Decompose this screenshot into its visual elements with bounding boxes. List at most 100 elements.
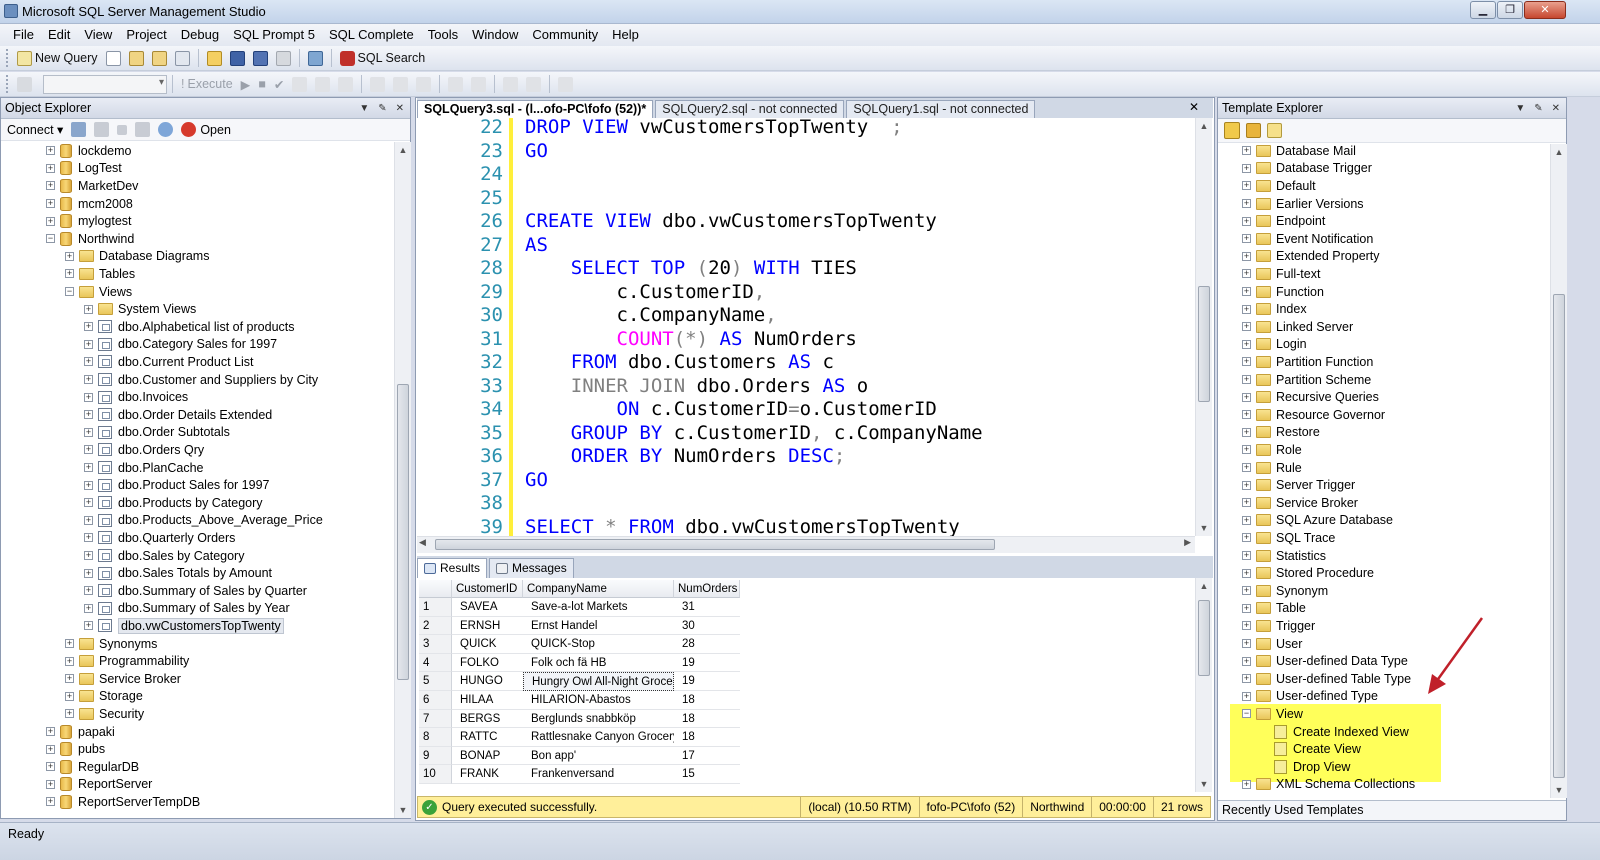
collapse-icon[interactable]: −: [1242, 709, 1251, 719]
tree-node-security[interactable]: + Security: [65, 705, 144, 723]
scroll-left-icon[interactable]: ◀: [419, 537, 426, 548]
tree-node-mylogtest[interactable]: + mylogtest: [46, 212, 132, 230]
tree-node-mcm2008[interactable]: + mcm2008: [46, 195, 133, 213]
menu-tools[interactable]: Tools: [421, 25, 465, 45]
tree-node-dbo-category-sales-for-1997[interactable]: + dbo.Category Sales for 1997: [84, 336, 277, 354]
results-scrollbar[interactable]: ▲ ▼: [1195, 578, 1212, 792]
disconnect-icon[interactable]: [94, 122, 110, 137]
tree-node-partition-function[interactable]: + Partition Function: [1242, 353, 1373, 371]
scroll-down-icon[interactable]: ▼: [1551, 782, 1567, 798]
tree-node-lockdemo[interactable]: + lockdemo: [46, 142, 132, 160]
tree-node-resource-governor[interactable]: + Resource Governor: [1242, 406, 1385, 424]
scroll-thumb[interactable]: [1198, 286, 1210, 402]
grid-cell[interactable]: 15: [674, 765, 740, 784]
tree-node-dbo-order-subtotals[interactable]: + dbo.Order Subtotals: [84, 424, 230, 442]
grid-cell[interactable]: Folk och fä HB: [523, 654, 674, 673]
tree-node-reportservertempdb[interactable]: + ReportServerTempDB: [46, 793, 200, 811]
expand-icon[interactable]: +: [46, 762, 55, 772]
tab-sqlquery3[interactable]: SQLQuery3.sql - (l...ofo-PC\fofo (52))*: [417, 100, 654, 118]
expand-icon[interactable]: +: [46, 744, 55, 754]
grid-cell[interactable]: 17: [674, 747, 740, 766]
tree-node-role[interactable]: + Role: [1242, 441, 1302, 459]
expand-icon[interactable]: +: [46, 199, 55, 209]
tree-node-function[interactable]: + Function: [1242, 283, 1324, 301]
tree-node-dbo-invoices[interactable]: + dbo.Invoices: [84, 388, 188, 406]
minimize-button[interactable]: ▁: [1470, 1, 1496, 19]
expand-icon[interactable]: +: [46, 216, 55, 226]
tree-node-papaki[interactable]: + papaki: [46, 723, 115, 741]
tree-node-dbo-vwcustomerstoptwenty[interactable]: + dbo.vwCustomersTopTwenty: [84, 617, 284, 635]
expand-icon[interactable]: +: [46, 797, 55, 807]
pin-icon[interactable]: ✎: [378, 103, 386, 114]
tree-node-table[interactable]: + Table: [1242, 600, 1306, 618]
grid-cell[interactable]: Berglunds snabbköp: [523, 710, 674, 729]
tree-node-dbo-order-details-extended[interactable]: + dbo.Order Details Extended: [84, 406, 272, 424]
tree-node-sql-trace[interactable]: + SQL Trace: [1242, 529, 1335, 547]
tree-node-index[interactable]: + Index: [1242, 300, 1307, 318]
row-number[interactable]: 3: [419, 635, 452, 654]
expand-icon[interactable]: +: [1242, 216, 1251, 226]
expand-icon[interactable]: +: [1242, 656, 1251, 666]
results-to-text-button[interactable]: [367, 74, 388, 94]
maximize-button[interactable]: ❐: [1497, 1, 1523, 19]
design-query-button[interactable]: [312, 74, 333, 94]
grid-cell[interactable]: Frankenversand: [523, 765, 674, 784]
tree-node-view[interactable]: − View: [1242, 705, 1303, 723]
tree-node-dbo-product-sales-for-1997[interactable]: + dbo.Product Sales for 1997: [84, 476, 270, 494]
expand-icon[interactable]: +: [65, 251, 74, 261]
results-grid[interactable]: CustomerID CompanyName NumOrders 1 SAVEA Save…: [417, 578, 1195, 792]
expand-icon[interactable]: +: [65, 709, 74, 719]
sql-templates-icon[interactable]: [1224, 122, 1240, 139]
pin-icon[interactable]: ✎: [1534, 103, 1542, 114]
tree-node-rule[interactable]: + Rule: [1242, 459, 1302, 477]
grid-cell[interactable]: HUNGO: [452, 672, 523, 691]
grid-cell[interactable]: Save-a-lot Markets: [523, 598, 674, 617]
save-all-button[interactable]: [250, 48, 271, 68]
expand-icon[interactable]: +: [65, 269, 74, 279]
tree-node-storage[interactable]: + Storage: [65, 688, 143, 706]
scroll-thumb[interactable]: [435, 539, 995, 550]
expand-icon[interactable]: +: [1242, 639, 1251, 649]
expand-icon[interactable]: +: [1242, 339, 1251, 349]
expand-icon[interactable]: +: [65, 674, 74, 684]
expand-icon[interactable]: +: [1242, 163, 1251, 173]
tree-node-login[interactable]: + Login: [1242, 336, 1307, 354]
expand-icon[interactable]: +: [1242, 181, 1251, 191]
menu-sql-complete[interactable]: SQL Complete: [322, 25, 421, 45]
row-number[interactable]: 6: [419, 691, 452, 710]
tree-node-sql-azure-database[interactable]: + SQL Azure Database: [1242, 512, 1393, 530]
db-engine-query-button[interactable]: [126, 48, 147, 68]
activity-monitor-button[interactable]: [305, 48, 326, 68]
expand-icon[interactable]: +: [46, 181, 55, 191]
tree-node-trigger[interactable]: + Trigger: [1242, 617, 1315, 635]
expand-icon[interactable]: +: [1242, 427, 1251, 437]
tree-node-database-diagrams[interactable]: + Database Diagrams: [65, 248, 209, 266]
expand-icon[interactable]: +: [1242, 551, 1251, 561]
tree-node-service-broker[interactable]: + Service Broker: [1242, 494, 1358, 512]
grid-cell[interactable]: Bon app': [523, 747, 674, 766]
results-to-grid-button[interactable]: [390, 74, 411, 94]
scroll-down-icon[interactable]: ▼: [1196, 776, 1212, 792]
tree-node-database-mail[interactable]: + Database Mail: [1242, 144, 1356, 160]
tree-node-drop-view[interactable]: Drop View: [1260, 758, 1350, 776]
expand-icon[interactable]: +: [1242, 375, 1251, 385]
tab-sqlquery1[interactable]: SQLQuery1.sql - not connected: [846, 100, 1036, 118]
column-header-customerid[interactable]: CustomerID: [452, 580, 523, 598]
tree-node-user[interactable]: + User: [1242, 635, 1302, 653]
expand-icon[interactable]: +: [84, 515, 93, 525]
tree-node-synonym[interactable]: + Synonym: [1242, 582, 1328, 600]
scroll-up-icon[interactable]: ▲: [395, 142, 411, 158]
expand-icon[interactable]: +: [84, 533, 93, 543]
row-number[interactable]: 2: [419, 616, 452, 636]
new-query-button[interactable]: New Query: [14, 48, 101, 68]
row-number[interactable]: 4: [419, 653, 452, 673]
scroll-up-icon[interactable]: ▲: [1196, 118, 1212, 134]
editor-horizontal-scrollbar[interactable]: ◀ ▶: [417, 536, 1195, 553]
tree-node-system-views[interactable]: + System Views: [84, 300, 196, 318]
expand-icon[interactable]: +: [1242, 269, 1251, 279]
expand-icon[interactable]: +: [46, 146, 55, 156]
row-number[interactable]: 5: [419, 672, 452, 691]
tree-node-endpoint[interactable]: + Endpoint: [1242, 212, 1325, 230]
grid-cell[interactable]: 18: [674, 691, 740, 710]
tree-node-programmability[interactable]: + Programmability: [65, 652, 189, 670]
